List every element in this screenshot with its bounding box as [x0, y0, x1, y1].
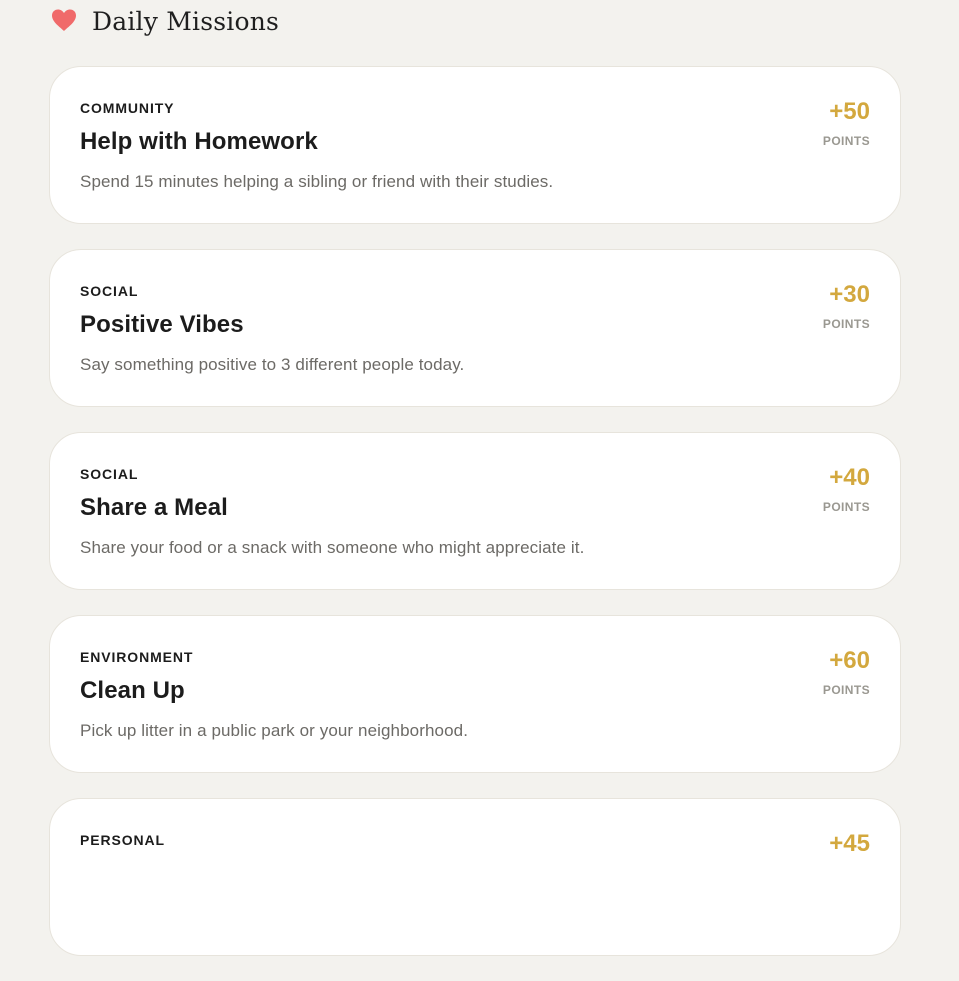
mission-points: +40 POINTS [800, 464, 870, 514]
mission-points-label: POINTS [822, 500, 870, 514]
mission-points: +30 POINTS [800, 281, 870, 331]
mission-title: Share a Meal [80, 494, 228, 521]
mission-points: +45 [800, 832, 870, 867]
mission-points-label: POINTS [822, 317, 870, 331]
mission-description: Spend 15 minutes helping a sibling or fr… [80, 172, 554, 191]
mission-points-label: POINTS [822, 683, 870, 697]
mission-title: Help with Homework [80, 128, 318, 155]
mission-description: Say something positive to 3 different pe… [80, 355, 465, 374]
mission-card[interactable]: ENVIRONMENT Clean Up Pick up litter in a… [49, 615, 901, 773]
mission-points-value: +50 [829, 98, 870, 125]
mission-card[interactable]: SOCIAL Share a Meal Share your food or a… [49, 432, 901, 590]
mission-points: +60 POINTS [800, 647, 870, 697]
mission-points-value: +45 [829, 830, 870, 857]
mission-points: +50 POINTS [800, 98, 870, 148]
mission-category: PERSONAL [80, 832, 165, 848]
mission-category: SOCIAL [80, 283, 139, 299]
mission-points-value: +60 [829, 647, 870, 674]
mission-card[interactable]: PERSONAL +45 [49, 798, 901, 956]
missions-list: COMMUNITY Help with Homework Spend 15 mi… [49, 66, 901, 981]
heart-icon [52, 9, 76, 31]
mission-description: Pick up litter in a public park or your … [80, 721, 469, 740]
mission-category: SOCIAL [80, 466, 139, 482]
page-title: Daily Missions [92, 6, 280, 36]
mission-points-label: POINTS [822, 134, 870, 148]
mission-card[interactable]: SOCIAL Positive Vibes Say something posi… [49, 249, 901, 407]
mission-points-value: +40 [829, 464, 870, 491]
mission-title: Positive Vibes [80, 311, 244, 338]
mission-card[interactable]: COMMUNITY Help with Homework Spend 15 mi… [49, 66, 901, 224]
mission-title: Clean Up [80, 677, 185, 704]
daily-missions-header: Daily Missions [50, 0, 279, 40]
mission-description: Share your food or a snack with someone … [80, 538, 585, 557]
mission-category: ENVIRONMENT [80, 649, 194, 665]
mission-category: COMMUNITY [80, 100, 175, 116]
mission-points-value: +30 [829, 281, 870, 308]
